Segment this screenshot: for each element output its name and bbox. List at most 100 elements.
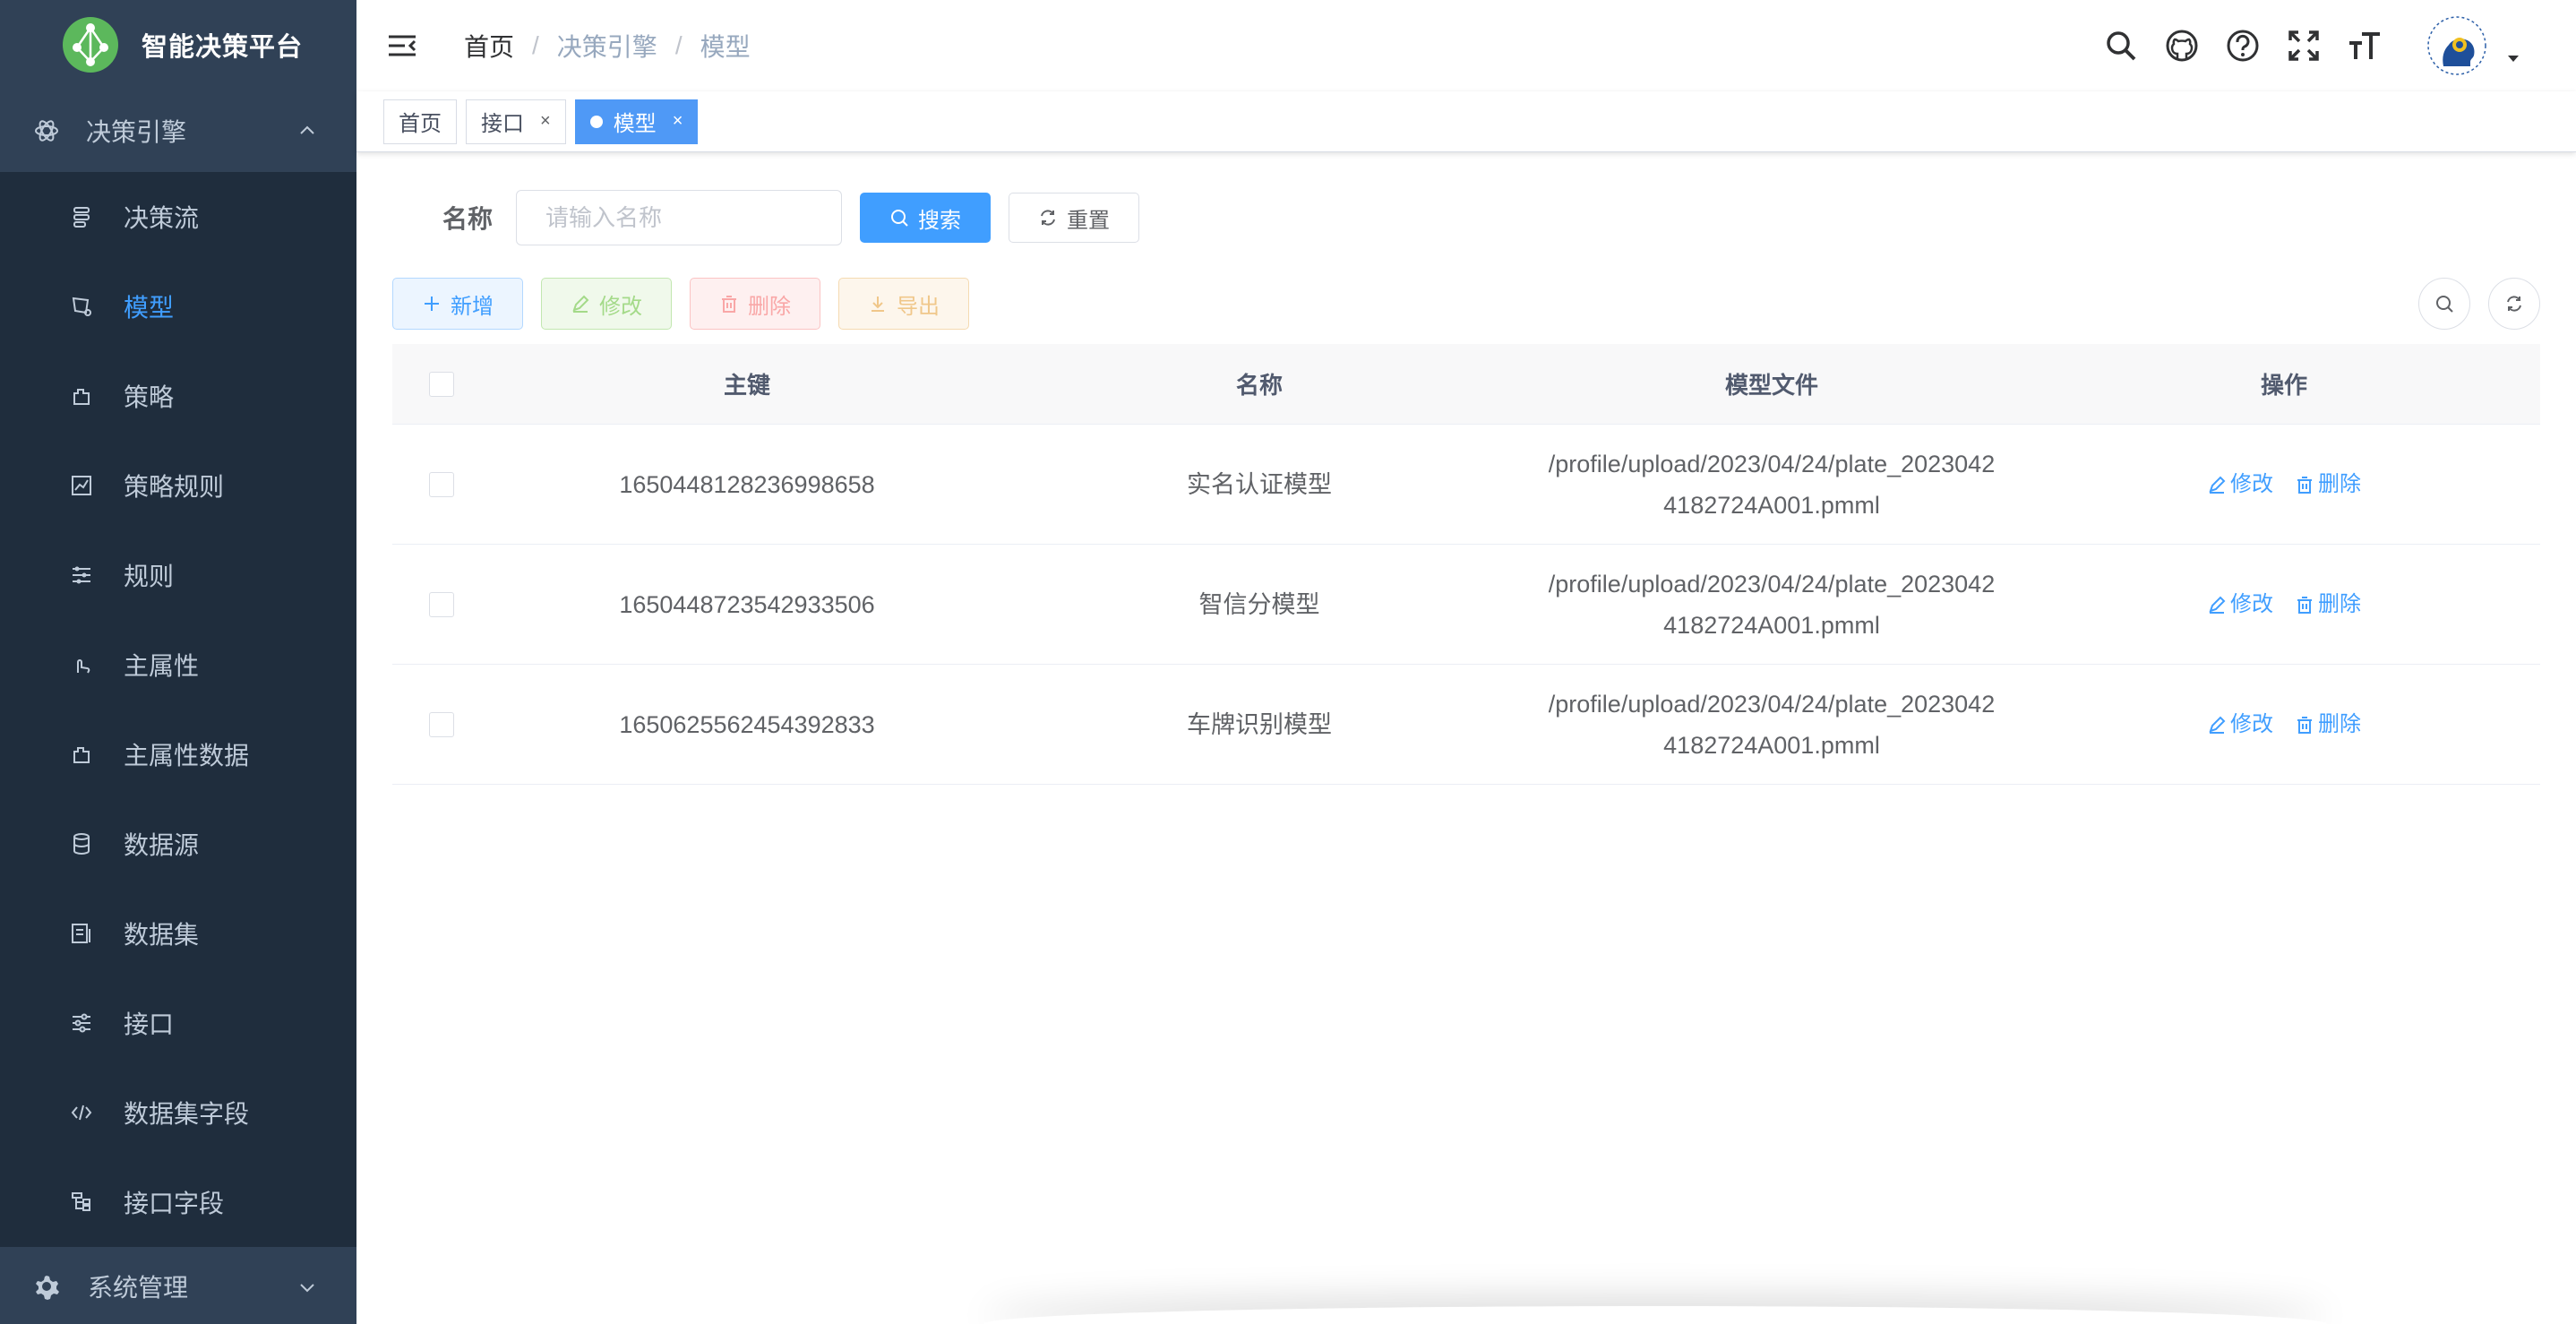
row-check-cell [392, 711, 491, 737]
close-icon[interactable]: × [673, 111, 683, 132]
search-icon [2107, 31, 2136, 61]
tag-label: 首页 [399, 112, 442, 136]
select-all-checkbox[interactable] [429, 371, 454, 397]
github-icon [2166, 30, 2198, 62]
row-edit-button[interactable]: 修改 [2207, 584, 2273, 625]
sidebar-item-api[interactable]: 接口 [0, 978, 356, 1068]
engine-icon [35, 120, 58, 142]
column-header-name[interactable]: 名称 [1003, 367, 1516, 400]
edit-button-label: 修改 [599, 294, 642, 319]
row-delete-button[interactable]: 删除 [2295, 704, 2361, 745]
close-icon[interactable]: × [540, 111, 551, 132]
column-header-ops: 操作 [2260, 372, 2307, 399]
sidebar-item-label: 规则 [124, 563, 175, 590]
sidebar-item-database[interactable]: 数据源 [0, 799, 356, 889]
row-checkbox[interactable] [429, 711, 454, 737]
row-checkbox[interactable] [429, 591, 454, 617]
breadcrumb-separator: / [674, 31, 683, 59]
sidebar-item-strategy-rule[interactable]: 策略规则 [0, 441, 356, 530]
search-button-label: 搜索 [918, 208, 962, 233]
breadcrumb-model: 模型 [700, 33, 751, 61]
hamburger-icon[interactable] [387, 30, 417, 61]
font-size-button[interactable] [2347, 28, 2383, 64]
search-button[interactable]: 搜索 [860, 193, 992, 243]
breadcrumb-separator: / [532, 31, 539, 59]
column-header-id[interactable]: 主键 [491, 367, 1003, 400]
menu-group-system[interactable]: 系统管理 [0, 1249, 356, 1324]
cell-file-line: 4182724A001.pmml [1663, 611, 1880, 639]
menu-group-label: 决策引擎 [86, 118, 187, 146]
export-button[interactable]: 导出 [838, 278, 969, 330]
table-row[interactable]: 1650448128236998658 实名认证模型 /profile/uplo… [392, 425, 2540, 545]
trash-icon [2297, 596, 2312, 614]
row-edit-button[interactable]: 修改 [2207, 464, 2273, 505]
column-header-file[interactable]: 模型文件 [1516, 367, 2028, 400]
row-edit-label: 修改 [2230, 471, 2273, 496]
fullscreen-icon [2288, 30, 2319, 61]
row-delete-button[interactable]: 删除 [2295, 464, 2361, 505]
sidebar: 智能决策平台 决策引擎 决策流 模型 策略 策略规则 规则 主属性 主属性数据 … [0, 0, 356, 1324]
row-delete-button[interactable]: 删除 [2295, 584, 2361, 625]
menu-group-decision-engine[interactable]: 决策引擎 [0, 90, 356, 172]
header-search-button[interactable] [2103, 28, 2139, 64]
sidebar-item-attribute-data[interactable]: 主属性数据 [0, 709, 356, 799]
sidebar-item-flow[interactable]: 决策流 [0, 172, 356, 262]
attribute-icon [77, 659, 90, 674]
avatar[interactable] [2424, 13, 2490, 79]
table-row[interactable]: 1650625562454392833 车牌识别模型 /profile/uplo… [392, 665, 2540, 785]
sidebar-item-label: 接口 [124, 1010, 175, 1038]
database-icon [73, 833, 90, 855]
fullscreen-button[interactable] [2286, 28, 2322, 64]
attribute-data-icon [73, 747, 90, 763]
sidebar-item-strategy[interactable]: 策略 [0, 351, 356, 441]
sidebar-item-attribute[interactable]: 主属性 [0, 620, 356, 709]
sidebar-item-api-field[interactable]: 接口字段 [0, 1157, 356, 1247]
cell-name: 车牌识别模型 [1187, 710, 1332, 738]
name-input[interactable] [516, 190, 843, 245]
tag-label: 接口 [481, 112, 524, 136]
sidebar-item-label: 主属性 [124, 652, 200, 680]
plus-icon [425, 297, 439, 311]
refresh-table-button[interactable] [2488, 278, 2540, 330]
logo-bar[interactable]: 智能决策平台 [0, 0, 356, 90]
github-button[interactable] [2164, 28, 2200, 64]
row-checkbox[interactable] [429, 471, 454, 497]
export-button-label: 导出 [897, 294, 940, 319]
cell-ops: 修改 删除 [2028, 584, 2540, 625]
tag-home[interactable]: 首页 [383, 99, 457, 144]
refresh-icon [1041, 210, 1055, 226]
help-button[interactable] [2225, 28, 2261, 64]
sidebar-item-label: 主属性数据 [124, 742, 250, 769]
sidebar-item-label: 接口字段 [124, 1190, 225, 1217]
chevron-up-icon [300, 125, 314, 134]
row-edit-button[interactable]: 修改 [2207, 704, 2273, 745]
edit-icon [2209, 476, 2226, 494]
breadcrumb-home[interactable]: 首页 [464, 28, 514, 64]
sidebar-item-dataset-field[interactable]: 数据集字段 [0, 1068, 356, 1157]
tag-api[interactable]: 接口 × [466, 99, 566, 144]
sidebar-item-label: 策略 [124, 383, 175, 411]
sidebar-item-label: 数据源 [124, 831, 200, 859]
delete-button-label: 删除 [748, 294, 791, 319]
tag-model[interactable]: 模型 × [574, 99, 699, 144]
sidebar-item-model[interactable]: 模型 [0, 262, 356, 351]
toggle-search-button[interactable] [2418, 278, 2470, 330]
search-form: 名称 搜索 重置 [442, 190, 1140, 245]
table-row[interactable]: 1650448723542933506 智信分模型 /profile/uploa… [392, 545, 2540, 665]
table-toolbar: 新增 修改 删除 导出 [392, 278, 2540, 330]
sidebar-item-label: 模型 [124, 294, 175, 322]
caret-down-icon[interactable] [2504, 49, 2522, 67]
edit-button[interactable]: 修改 [541, 278, 672, 330]
search-icon [2436, 296, 2453, 313]
add-button[interactable]: 新增 [392, 278, 523, 330]
edit-icon [572, 295, 589, 313]
row-delete-label: 删除 [2318, 711, 2361, 736]
chevron-down-icon [300, 1284, 314, 1293]
reset-button[interactable]: 重置 [1009, 193, 1140, 243]
cell-name: 智信分模型 [1198, 590, 1320, 618]
code-icon [71, 1105, 92, 1121]
delete-button[interactable]: 删除 [690, 278, 820, 330]
tree-icon [72, 1192, 90, 1211]
sidebar-item-dataset[interactable]: 数据集 [0, 889, 356, 978]
sidebar-item-rule[interactable]: 规则 [0, 530, 356, 620]
